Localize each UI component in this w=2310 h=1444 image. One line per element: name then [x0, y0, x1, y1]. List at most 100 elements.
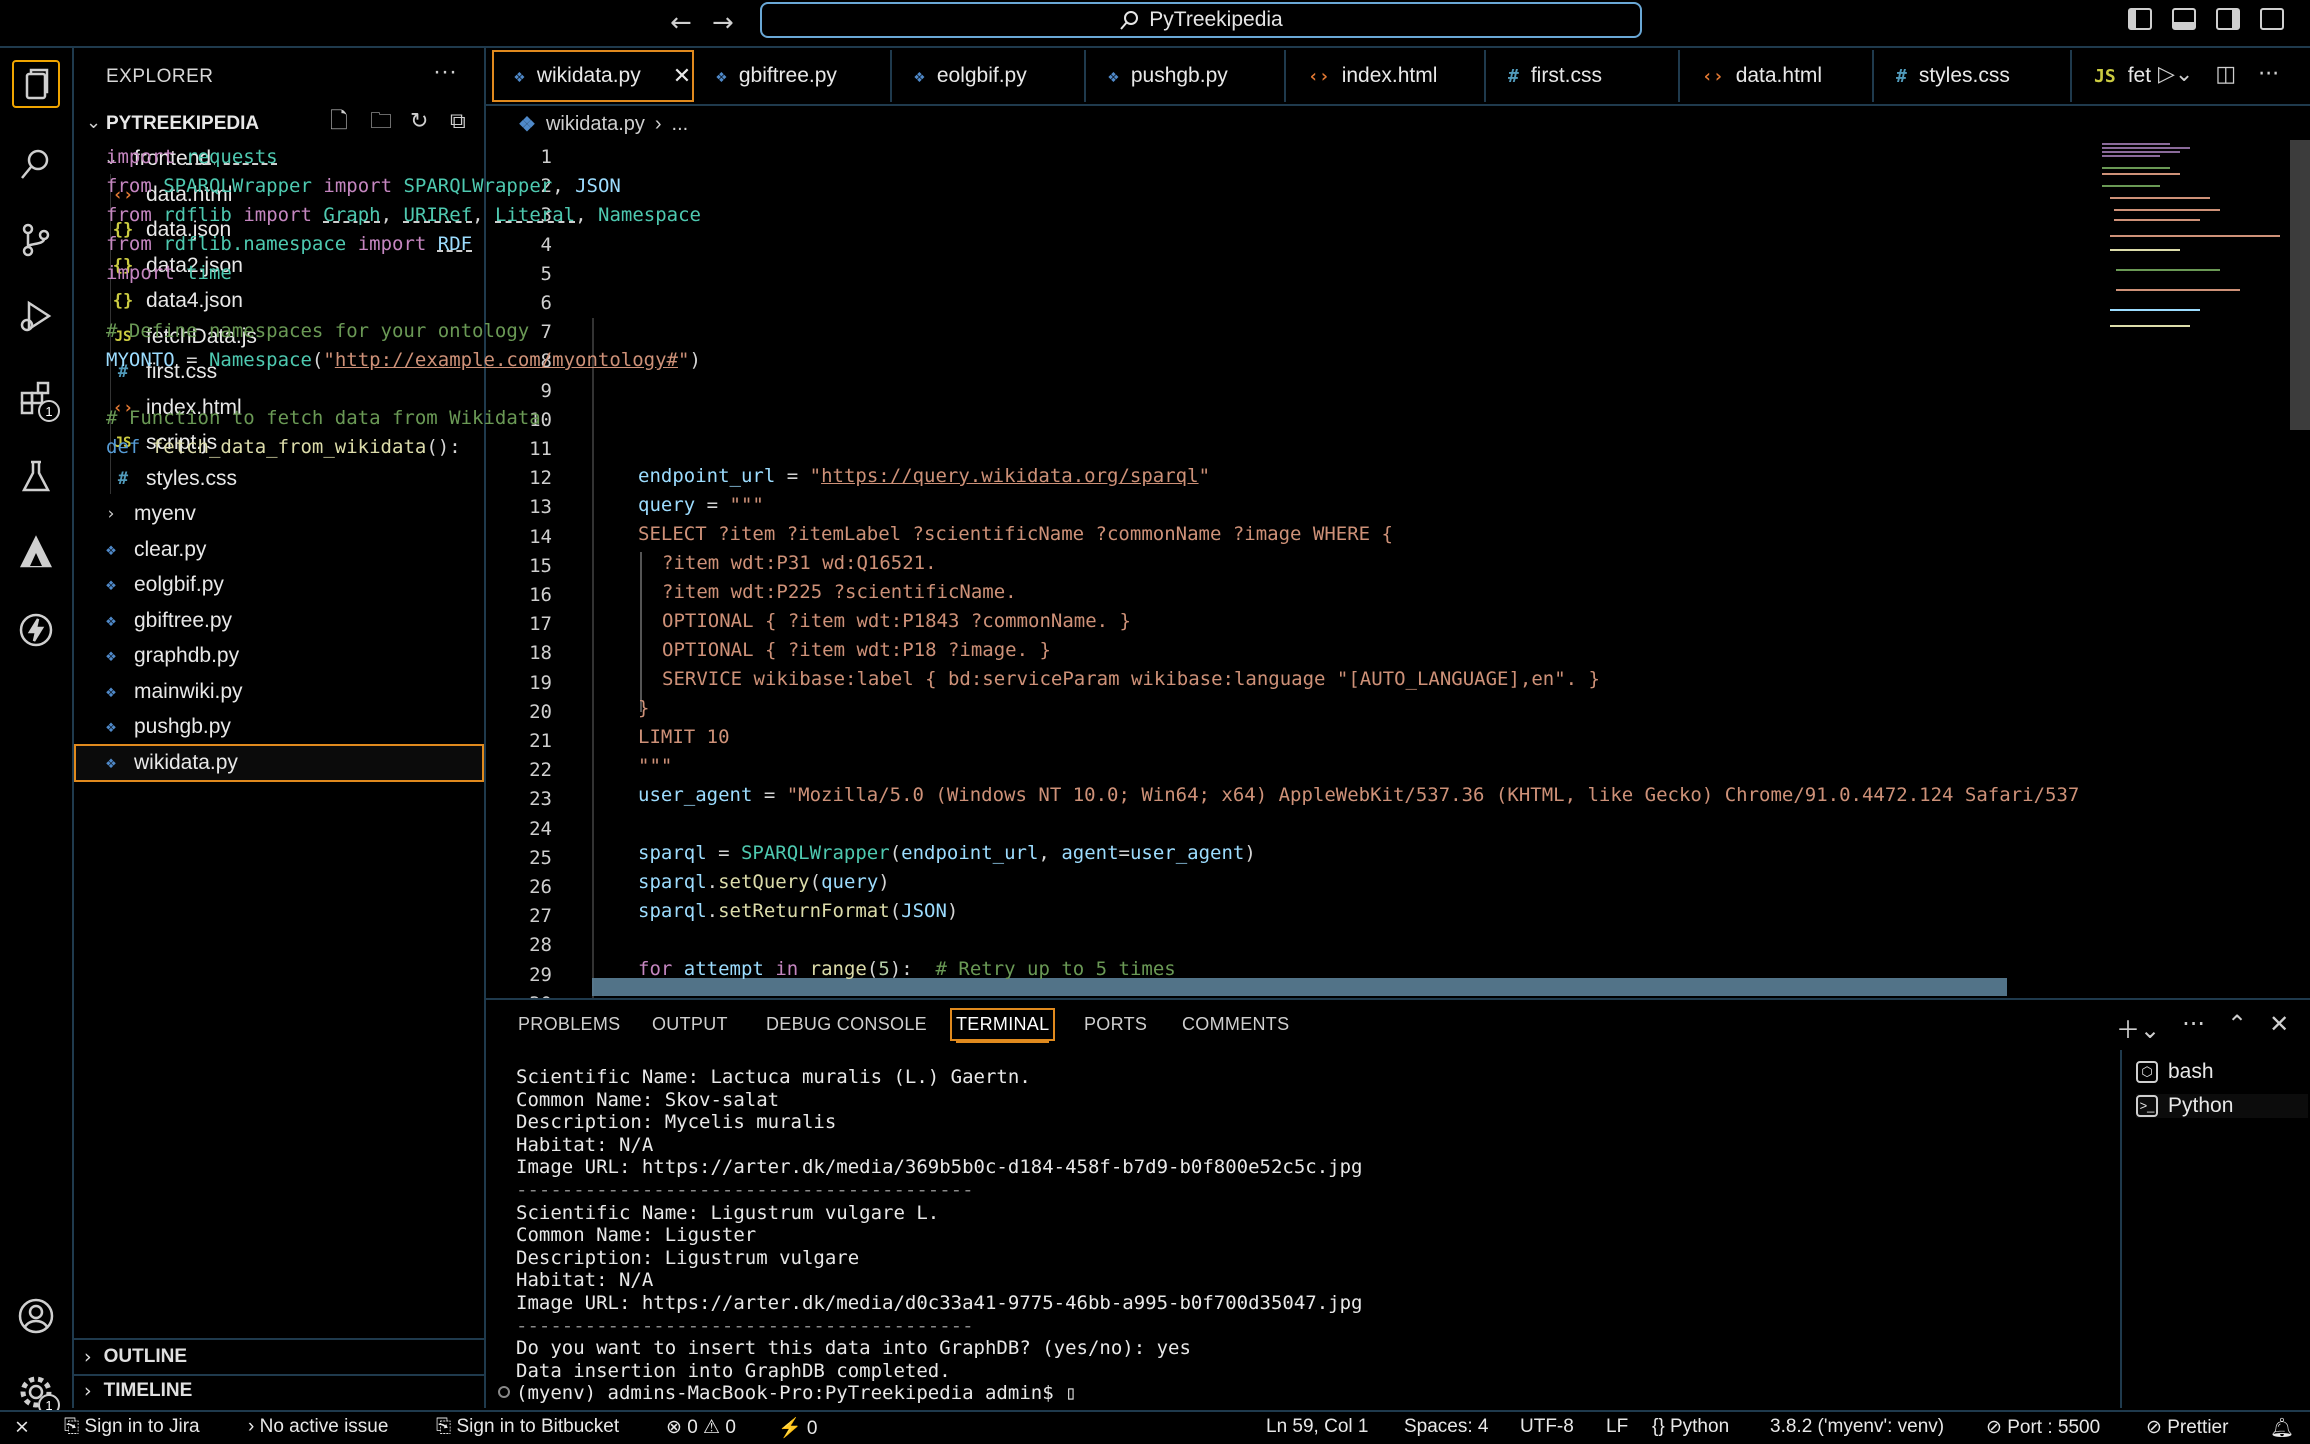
- code-line: """: [638, 755, 673, 777]
- editor-tab[interactable]: ❖ gbiftree.py: [694, 50, 892, 102]
- editor-tab[interactable]: ‹› index.html: [1286, 50, 1486, 102]
- file-item[interactable]: {} data4.json: [112, 284, 243, 318]
- code-line: ?item wdt:P225 ?scientificName.: [662, 581, 1017, 603]
- breadcrumb-separator: ›: [654, 113, 662, 135]
- tab-label: first.css: [1530, 64, 1603, 87]
- language-mode[interactable]: {} Python: [1652, 1416, 1729, 1438]
- toggle-secondary-sidebar-icon[interactable]: [2216, 8, 2240, 30]
- breadcrumb-symbol[interactable]: ...: [672, 113, 689, 136]
- chevron-down-icon[interactable]: ⌄: [86, 112, 101, 133]
- maximize-panel-icon[interactable]: ⌃: [2227, 1010, 2247, 1045]
- new-folder-icon[interactable]: 🗀: [370, 110, 394, 134]
- terminal-line: ----------------------------------------: [516, 1178, 974, 1201]
- folder-item[interactable]: › myenv: [100, 497, 196, 531]
- collapse-all-icon[interactable]: ⧉: [450, 110, 474, 134]
- outline-section[interactable]: › OUTLINE: [84, 1346, 187, 1368]
- file-item[interactable]: ❖ pushgb.py: [100, 710, 231, 744]
- close-tab-icon[interactable]: ✕: [673, 64, 691, 89]
- timeline-section[interactable]: › TIMELINE: [84, 1380, 192, 1402]
- editor-tab[interactable]: ‹› data.html: [1680, 50, 1874, 102]
- panel-tab-problems[interactable]: PROBLEMS: [518, 1014, 620, 1035]
- panel-tab-debug-console[interactable]: DEBUG CONSOLE: [766, 1014, 927, 1035]
- new-terminal-icon[interactable]: ＋⌄: [2116, 1010, 2160, 1045]
- source-control-activity[interactable]: [12, 216, 60, 264]
- jira-signin[interactable]: ⎘ Sign in to Jira: [64, 1416, 200, 1438]
- terminal-python[interactable]: >_ Python: [2136, 1094, 2308, 1118]
- run-debug-activity[interactable]: [12, 292, 60, 340]
- panel-tab-ports[interactable]: PORTS: [1084, 1014, 1147, 1035]
- cursor-position[interactable]: Ln 59, Col 1: [1266, 1416, 1368, 1438]
- minimap[interactable]: [2100, 140, 2290, 340]
- thunder-client-activity[interactable]: [12, 606, 60, 654]
- file-item[interactable]: # styles.css: [112, 462, 237, 496]
- close-panel-icon[interactable]: ✕: [2269, 1010, 2289, 1045]
- editor-tab[interactable]: # first.css: [1486, 50, 1680, 102]
- file-item[interactable]: ❖ graphdb.py: [100, 639, 239, 673]
- manage-activity[interactable]: 1: [12, 1368, 60, 1416]
- new-file-icon[interactable]: 🗋: [330, 110, 354, 134]
- python-interpreter[interactable]: 3.8.2 ('myenv': venv): [1770, 1416, 1944, 1438]
- ports-count[interactable]: ⚡ 0: [778, 1416, 818, 1440]
- active-issue[interactable]: › No active issue: [248, 1416, 388, 1438]
- editor-tab[interactable]: # styles.css: [1874, 50, 2072, 102]
- more-actions-icon[interactable]: ···: [433, 58, 457, 86]
- encoding[interactable]: UTF-8: [1520, 1416, 1574, 1438]
- editor-tab[interactable]: ❖ eolgbif.py: [892, 50, 1086, 102]
- notifications-bell-icon[interactable]: 🔔︎: [2270, 1416, 2294, 1440]
- file-item[interactable]: ❖ eolgbif.py: [100, 568, 224, 602]
- html-file-icon: ‹›: [1702, 65, 1724, 87]
- forward-arrow-icon[interactable]: →: [712, 8, 734, 38]
- bitbucket-signin[interactable]: ⎘ Sign in to Bitbucket: [436, 1416, 619, 1438]
- tab-label: index.html: [1341, 64, 1438, 87]
- accounts-activity[interactable]: [12, 1292, 60, 1340]
- problems-count[interactable]: ⊗ 0 ⚠ 0: [666, 1416, 736, 1439]
- customize-layout-icon[interactable]: [2260, 8, 2284, 30]
- editor-tab[interactable]: JS fet: [2072, 50, 2162, 102]
- file-item[interactable]: ❖ gbiftree.py: [100, 604, 232, 638]
- terminal-line: Data insertion into GraphDB completed.: [516, 1359, 951, 1382]
- lightning-icon: [19, 613, 53, 647]
- run-icon[interactable]: ▷⌄: [2158, 62, 2193, 87]
- remote-icon[interactable]: ⨯: [14, 1416, 30, 1439]
- code-line: OPTIONAL { ?item wdt:P18 ?image. }: [662, 639, 1051, 661]
- command-center-search[interactable]: PyTreekipedia: [760, 2, 1642, 38]
- js-file-icon: JS: [2094, 65, 2116, 87]
- horizontal-scrollbar[interactable]: [592, 978, 2007, 996]
- toggle-sidebar-icon[interactable]: [2128, 8, 2152, 30]
- terminal-bash[interactable]: ⬡ bash: [2136, 1060, 2214, 1084]
- code-line: MYONTO = Namespace("http://example.com/m…: [106, 349, 701, 371]
- line-ending[interactable]: LF: [1606, 1416, 1628, 1438]
- file-item[interactable]: ❖ mainwiki.py: [100, 675, 243, 709]
- atlassian-activity[interactable]: [12, 528, 60, 576]
- toggle-panel-icon[interactable]: [2172, 8, 2196, 30]
- panel-tab-output[interactable]: OUTPUT: [652, 1014, 728, 1035]
- tree-item-label: data4.json: [146, 289, 243, 312]
- extensions-activity[interactable]: 1: [12, 374, 60, 422]
- refresh-icon[interactable]: ↻: [410, 110, 434, 134]
- search-icon: [1120, 11, 1139, 30]
- back-arrow-icon[interactable]: ←: [670, 8, 692, 38]
- panel-tab-terminal[interactable]: TERMINAL: [949, 1008, 1056, 1043]
- line-number: 28: [529, 934, 552, 957]
- file-item[interactable]: ❖ wikidata.py: [74, 743, 484, 782]
- terminal-line: Description: Ligustrum vulgare: [516, 1246, 860, 1269]
- file-item[interactable]: ❖ clear.py: [100, 533, 207, 567]
- split-editor-icon[interactable]: ◫: [2215, 62, 2236, 87]
- indentation[interactable]: Spaces: 4: [1404, 1416, 1489, 1438]
- terminal-output[interactable]: Scientific Name: Lactuca muralis (L.) Ga…: [516, 1066, 1362, 1405]
- project-folder-name[interactable]: PYTREEKIPEDIA: [106, 113, 259, 135]
- panel-tab-comments[interactable]: COMMENTS: [1182, 1014, 1289, 1035]
- search-activity[interactable]: [12, 140, 60, 188]
- py-file-icon: ❖: [105, 610, 117, 631]
- live-server-port[interactable]: ⊘ Port : 5500: [1986, 1416, 2100, 1439]
- more-actions-icon[interactable]: ···: [2258, 62, 2279, 87]
- vertical-scrollbar[interactable]: [2290, 140, 2310, 430]
- extensions-badge: 1: [38, 400, 60, 422]
- more-actions-icon[interactable]: ···: [2182, 1010, 2205, 1045]
- editor-tab[interactable]: ❖ wikidata.py ✕: [492, 50, 694, 102]
- breadcrumb-file[interactable]: wikidata.py: [546, 113, 645, 136]
- prettier-status[interactable]: ⊘ Prettier: [2146, 1416, 2228, 1439]
- testing-activity[interactable]: [12, 452, 60, 500]
- explorer-activity[interactable]: [12, 60, 60, 108]
- editor-tab[interactable]: ❖ pushgb.py: [1086, 50, 1286, 102]
